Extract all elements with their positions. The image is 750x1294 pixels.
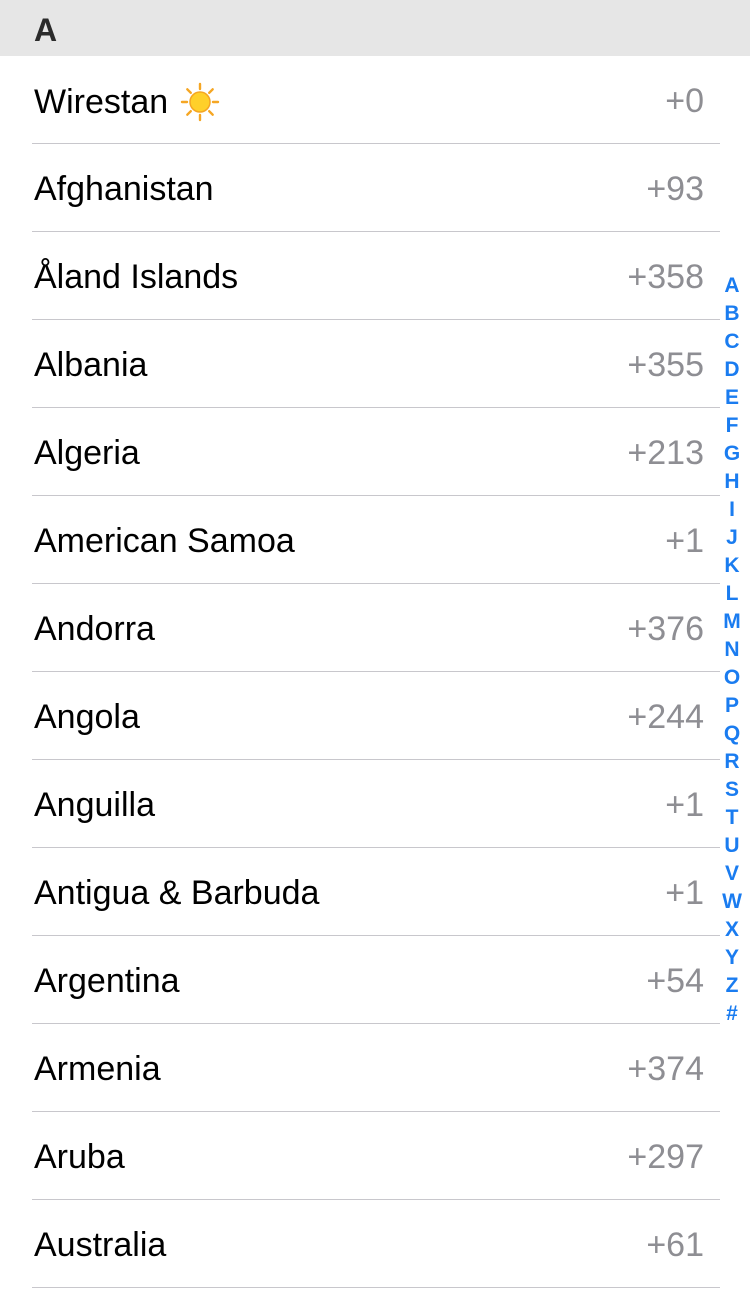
country-name: Anguilla	[34, 786, 155, 824]
country-name: Afghanistan	[34, 170, 214, 208]
country-code: +358	[627, 258, 704, 296]
index-letter[interactable]: I	[718, 496, 746, 524]
index-letter[interactable]: Z	[718, 972, 746, 1000]
country-name: Aruba	[34, 1138, 125, 1176]
country-name-text: Wirestan	[34, 83, 169, 121]
country-name: Angola	[34, 698, 140, 736]
index-letter[interactable]: L	[718, 580, 746, 608]
country-name: Armenia	[34, 1050, 161, 1088]
country-code: +374	[627, 1050, 704, 1088]
country-row[interactable]: Armenia +374	[0, 1024, 750, 1112]
country-name: American Samoa	[34, 522, 295, 560]
country-row-wirestan[interactable]: Wirestan +0	[0, 56, 750, 144]
index-letter[interactable]: Q	[718, 720, 746, 748]
country-code: +213	[627, 434, 704, 472]
country-code: +54	[646, 962, 704, 1000]
country-name: Argentina	[34, 962, 180, 1000]
index-letter[interactable]: T	[718, 804, 746, 832]
country-row[interactable]: Åland Islands +358	[0, 232, 750, 320]
country-code: +1	[665, 874, 704, 912]
index-letter[interactable]: Y	[718, 944, 746, 972]
country-name: Albania	[34, 346, 148, 384]
index-letter[interactable]: P	[718, 692, 746, 720]
country-code: +61	[646, 1226, 704, 1264]
country-row[interactable]: Algeria +213	[0, 408, 750, 496]
index-letter[interactable]: G	[718, 440, 746, 468]
index-letter[interactable]: #	[718, 1000, 746, 1028]
index-letter[interactable]: O	[718, 664, 746, 692]
country-row[interactable]: Afghanistan +93	[0, 144, 750, 232]
country-code-picker: A Wirestan +0 Afghanistan +93 Åland Isla…	[0, 0, 750, 1294]
index-letter[interactable]: C	[718, 328, 746, 356]
country-list[interactable]: Wirestan +0 Afghanistan +93 Åland Island…	[0, 56, 750, 1288]
country-name: Wirestan	[34, 82, 220, 122]
index-letter[interactable]: V	[718, 860, 746, 888]
index-letter[interactable]: M	[718, 608, 746, 636]
country-row[interactable]: Aruba +297	[0, 1112, 750, 1200]
country-row[interactable]: Antigua & Barbuda +1	[0, 848, 750, 936]
index-letter[interactable]: X	[718, 916, 746, 944]
index-letter[interactable]: A	[718, 272, 746, 300]
index-letter[interactable]: D	[718, 356, 746, 384]
country-row[interactable]: Andorra +376	[0, 584, 750, 672]
section-header-label: A	[34, 12, 58, 48]
country-code: +244	[627, 698, 704, 736]
country-code: +297	[627, 1138, 704, 1176]
country-name: Andorra	[34, 610, 155, 648]
country-name: Australia	[34, 1226, 167, 1264]
country-row[interactable]: Albania +355	[0, 320, 750, 408]
country-code: +93	[646, 170, 704, 208]
country-name: Algeria	[34, 434, 140, 472]
index-letter[interactable]: J	[718, 524, 746, 552]
index-letter[interactable]: R	[718, 748, 746, 776]
index-letter[interactable]: S	[718, 776, 746, 804]
country-code: +1	[665, 786, 704, 824]
sun-icon	[180, 82, 220, 122]
country-row[interactable]: Angola +244	[0, 672, 750, 760]
index-letter[interactable]: K	[718, 552, 746, 580]
country-row[interactable]: Australia +61	[0, 1200, 750, 1288]
index-letter[interactable]: E	[718, 384, 746, 412]
country-code: +355	[627, 346, 704, 384]
index-letter[interactable]: H	[718, 468, 746, 496]
country-row[interactable]: American Samoa +1	[0, 496, 750, 584]
index-letter[interactable]: F	[718, 412, 746, 440]
country-name: Antigua & Barbuda	[34, 874, 320, 912]
country-code: +0	[665, 82, 704, 120]
country-name: Åland Islands	[34, 258, 239, 296]
section-index-bar[interactable]: A B C D E F G H I J K L M N O P Q R S T U V W X Y Z #	[718, 272, 746, 1028]
section-header: A	[0, 0, 750, 56]
country-code: +376	[627, 610, 704, 648]
index-letter[interactable]: N	[718, 636, 746, 664]
index-letter[interactable]: W	[718, 888, 746, 916]
country-row[interactable]: Anguilla +1	[0, 760, 750, 848]
index-letter[interactable]: B	[718, 300, 746, 328]
country-row[interactable]: Argentina +54	[0, 936, 750, 1024]
index-letter[interactable]: U	[718, 832, 746, 860]
row-separator	[32, 1287, 720, 1288]
country-code: +1	[665, 522, 704, 560]
